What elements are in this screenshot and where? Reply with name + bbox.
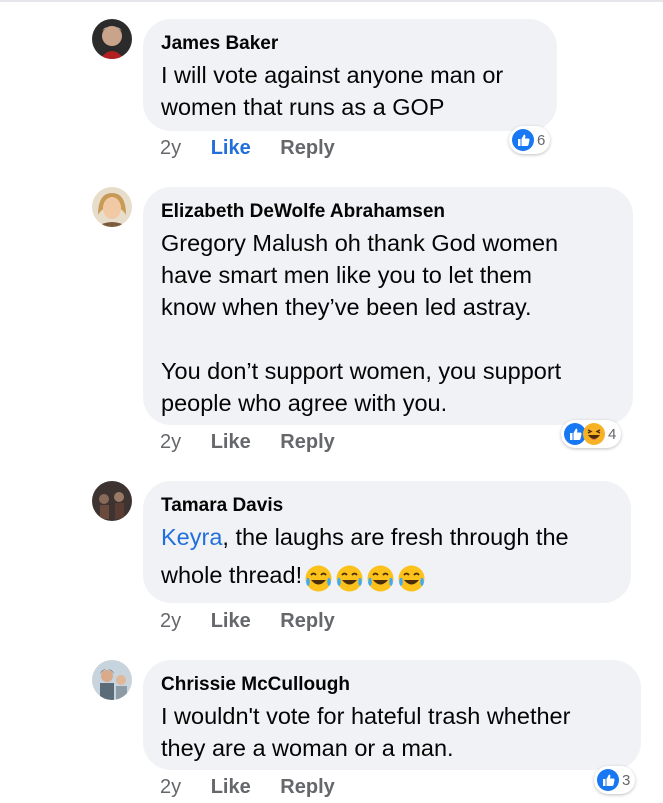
comment-timestamp[interactable]: 2y [160,776,181,798]
comment-timestamp[interactable]: 2y [160,431,181,453]
comment-text-line1: , the laughs are fresh through the [222,524,569,550]
comment-actions: 2y Like Reply [160,610,359,633]
reply-button[interactable]: Reply [280,431,334,453]
comment-author[interactable]: James Baker [161,32,539,55]
comment-bubble: James Baker I will vote against anyone m… [143,19,557,131]
comment-author[interactable]: Chrissie McCullough [161,673,623,696]
tears-of-joy-emoji [336,565,363,592]
top-divider [0,0,663,2]
reaction-summary[interactable]: 6 [509,126,551,154]
tears-of-joy-emoji [305,565,332,592]
avatar[interactable] [92,660,132,700]
comment-text-line2-row: whole thread! [161,559,613,593]
like-button[interactable]: Like [211,610,251,632]
comment-text: Keyra, the laughs are fresh through the [161,521,613,553]
mention-link[interactable]: Keyra [161,524,222,550]
comment-actions: 2y Like Reply [160,431,359,454]
comment-text: I wouldn't vote for hateful trash whethe… [161,703,571,761]
tears-of-joy-emoji [367,565,394,592]
like-button[interactable]: Like [211,137,251,159]
avatar[interactable] [92,19,132,59]
reply-button[interactable]: Reply [280,610,334,632]
comment-author[interactable]: Elizabeth DeWolfe Abrahamsen [161,200,615,223]
comment-text-line2: whole thread! [161,562,303,588]
comment-bubble: Elizabeth DeWolfe Abrahamsen Gregory Mal… [143,187,633,425]
like-button[interactable]: Like [211,431,251,453]
reaction-count: 4 [608,425,617,443]
reaction-count: 6 [537,131,546,149]
reaction-count: 3 [622,771,631,789]
avatar[interactable] [92,187,132,227]
comment-timestamp[interactable]: 2y [160,137,181,159]
comment-bubble: Tamara Davis Keyra, the laughs are fresh… [143,481,631,603]
tears-of-joy-emoji [398,565,425,592]
like-button[interactable]: Like [211,776,251,798]
comment-timestamp[interactable]: 2y [160,610,181,632]
comment-actions: 2y Like Reply [160,137,359,160]
reply-button[interactable]: Reply [280,776,334,798]
reply-button[interactable]: Reply [280,137,334,159]
reaction-summary[interactable]: 4 [561,420,622,448]
comment-author[interactable]: Tamara Davis [161,494,613,517]
emoji-group [304,561,428,593]
haha-icon [583,423,605,445]
avatar[interactable] [92,481,132,521]
comment-bubble: Chrissie McCullough I wouldn't vote for … [143,660,641,770]
comment-text: I will vote against anyone man or women … [161,62,504,120]
comment-actions: 2y Like Reply [160,776,359,799]
comment-text: Gregory Malush oh thank God women have s… [161,230,562,416]
like-icon [597,769,619,791]
reaction-summary[interactable]: 3 [594,766,636,794]
like-icon [512,129,534,151]
